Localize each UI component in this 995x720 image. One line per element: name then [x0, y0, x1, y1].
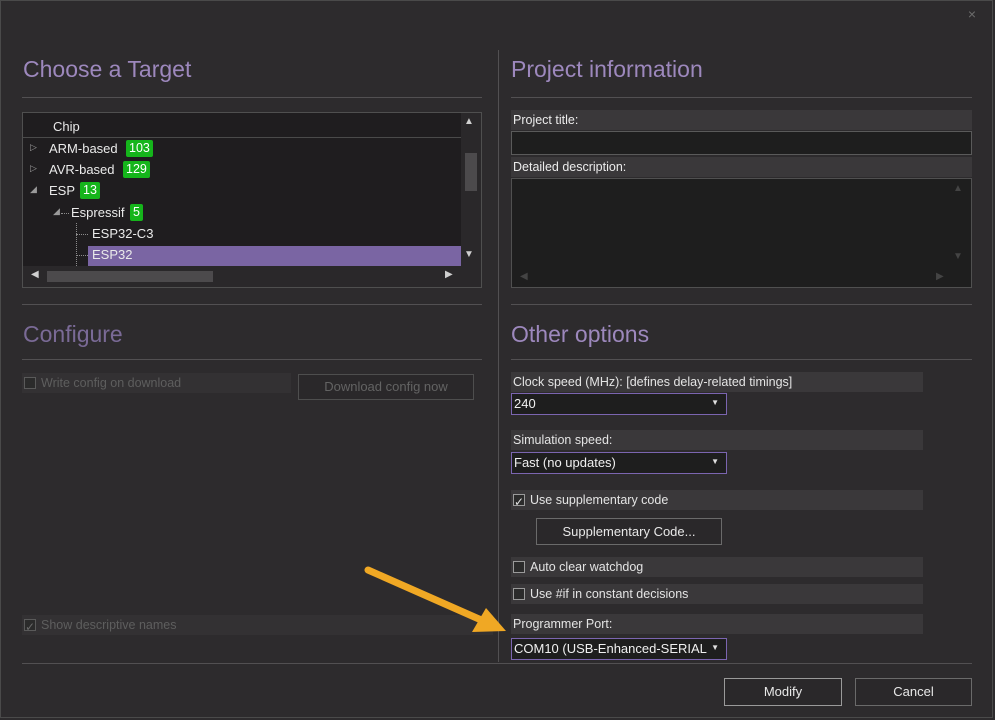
watchdog-row[interactable]: Auto clear watchdog	[511, 557, 923, 577]
scroll-up-icon[interactable]: ▲	[464, 116, 474, 127]
project-title-input[interactable]	[511, 131, 972, 155]
watchdog-label: Auto clear watchdog	[530, 560, 644, 574]
tree-item-label: ESP	[49, 183, 76, 198]
tree-connector	[76, 234, 88, 235]
supp-code-checkbox[interactable]	[513, 492, 525, 512]
tree-item-label: Espressif	[71, 205, 125, 220]
write-config-row[interactable]: Write config on download	[22, 373, 291, 393]
tree-item-label: ESP32-C3	[92, 226, 154, 241]
supplementary-code-button[interactable]: Supplementary Code...	[536, 518, 722, 545]
programmer-port-select[interactable]: COM10 (USB-Enhanced-SERIAL ▼	[511, 638, 727, 660]
tree-item-arm[interactable]: ▷ ARM-based 103	[23, 139, 461, 160]
clock-speed-label: Clock speed (MHz): [defines delay-relate…	[511, 372, 923, 392]
dropdown-caret-icon: ▼	[711, 457, 719, 466]
project-title-label: Project title:	[511, 110, 972, 130]
supp-code-row[interactable]: Use supplementary code	[511, 490, 923, 512]
tree-item-esp32-c3[interactable]: ESP32-C3	[23, 224, 461, 245]
dropdown-caret-icon: ▼	[711, 398, 719, 407]
show-descriptive-label: Show descriptive names	[41, 618, 177, 632]
expand-arrow-icon[interactable]: ▷	[30, 163, 37, 174]
chip-tree[interactable]: Chip ▷ ARM-based 103 ▷ AVR-based 129 ◢ E…	[22, 112, 482, 288]
divider	[22, 359, 482, 360]
write-config-checkbox[interactable]	[24, 377, 36, 389]
divider	[22, 97, 482, 98]
sim-speed-select[interactable]: Fast (no updates) ▼	[511, 452, 727, 474]
modify-button[interactable]: Modify	[724, 678, 842, 706]
divider	[511, 359, 972, 360]
tree-item-label: ARM-based	[49, 141, 118, 156]
selection-highlight	[88, 246, 461, 266]
divider	[22, 304, 482, 305]
annotation-arrow-icon	[364, 566, 506, 632]
scroll-left-icon[interactable]: ◀	[31, 269, 39, 280]
sim-speed-value: Fast (no updates)	[514, 455, 616, 470]
cancel-button[interactable]: Cancel	[855, 678, 972, 706]
tree-item-esp[interactable]: ◢ ESP 13	[23, 181, 461, 202]
close-icon[interactable]: ×	[964, 6, 980, 22]
programmer-port-value: COM10 (USB-Enhanced-SERIAL	[514, 641, 707, 656]
constant-decisions-checkbox[interactable]	[513, 588, 525, 600]
description-label: Detailed description:	[511, 157, 972, 177]
scroll-right-icon[interactable]: ▶	[936, 271, 944, 282]
clock-speed-select[interactable]: 240 ▼	[511, 393, 727, 415]
sim-speed-label: Simulation speed:	[511, 430, 923, 450]
scroll-thumb[interactable]	[47, 271, 213, 282]
clock-speed-value: 240	[514, 396, 536, 411]
scroll-thumb[interactable]	[465, 153, 477, 191]
dropdown-caret-icon: ▼	[711, 643, 719, 652]
section-title-options: Other options	[511, 321, 650, 347]
tree-connector	[61, 213, 69, 214]
scroll-left-icon[interactable]: ◀	[520, 271, 528, 282]
tree-header-label: Chip	[53, 119, 80, 134]
tree-horizontal-scrollbar[interactable]: ◀ ▶	[23, 266, 461, 287]
count-badge: 129	[123, 161, 150, 178]
supp-code-label: Use supplementary code	[530, 493, 669, 507]
scroll-right-icon[interactable]: ▶	[445, 269, 453, 280]
watchdog-checkbox[interactable]	[513, 561, 525, 573]
scroll-corner	[461, 263, 481, 287]
section-title-project: Project information	[511, 56, 703, 82]
tree-item-label: ESP32	[92, 247, 133, 262]
tree-item-espressif[interactable]: ◢ Espressif 5	[23, 203, 461, 224]
scroll-up-icon[interactable]: ▲	[953, 183, 963, 194]
scroll-down-icon[interactable]: ▼	[953, 251, 963, 262]
download-config-button[interactable]: Download config now	[298, 374, 474, 400]
section-title-configure: Configure	[23, 321, 123, 347]
constant-decisions-label: Use #if in constant decisions	[530, 587, 689, 601]
show-descriptive-checkbox[interactable]	[24, 617, 36, 637]
collapse-arrow-icon[interactable]: ◢	[30, 184, 37, 195]
tree-header: Chip	[23, 113, 461, 138]
expand-arrow-icon[interactable]: ▷	[30, 142, 37, 153]
tree-vertical-scrollbar[interactable]: ▲ ▼	[461, 113, 481, 263]
scroll-down-icon[interactable]: ▼	[464, 249, 474, 260]
tree-item-esp32[interactable]: ESP32	[23, 245, 461, 266]
divider	[511, 97, 972, 98]
constant-decisions-row[interactable]: Use #if in constant decisions	[511, 584, 923, 604]
programmer-port-label: Programmer Port:	[511, 614, 923, 634]
description-textarea[interactable]: ▲ ▼ ◀ ▶	[511, 178, 972, 288]
footer-divider	[22, 663, 972, 664]
write-config-label: Write config on download	[41, 376, 182, 390]
collapse-arrow-icon[interactable]: ◢	[53, 206, 60, 217]
tree-item-avr[interactable]: ▷ AVR-based 129	[23, 160, 461, 181]
count-badge: 13	[80, 182, 100, 199]
count-badge: 5	[130, 204, 143, 221]
divider	[511, 304, 972, 305]
tree-connector	[76, 255, 88, 256]
count-badge: 103	[126, 140, 153, 157]
tree-item-label: AVR-based	[49, 162, 115, 177]
section-title-target: Choose a Target	[23, 56, 192, 82]
